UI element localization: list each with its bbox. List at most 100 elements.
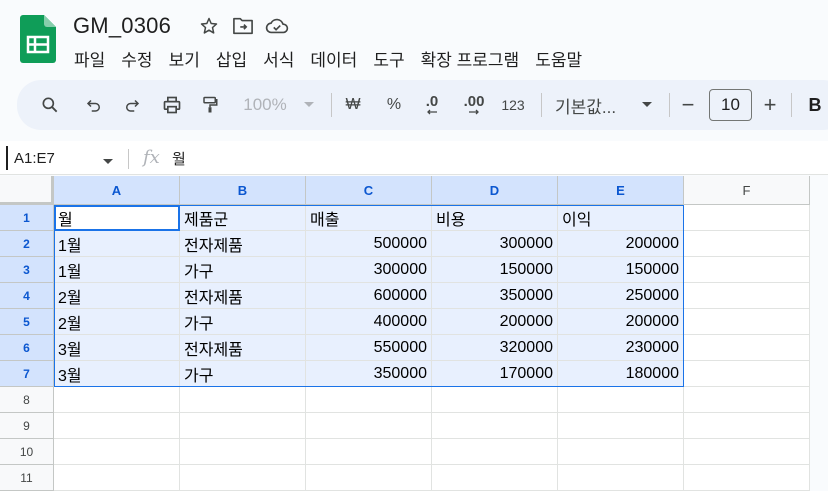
cell-c4[interactable]: 600000 — [306, 283, 432, 309]
number-format-button[interactable]: 123 — [497, 80, 529, 130]
cell-f6[interactable] — [684, 335, 810, 361]
column-header-d[interactable]: D — [432, 176, 558, 205]
paint-format-icon[interactable] — [195, 80, 225, 130]
cell-c10[interactable] — [306, 439, 432, 465]
cell-b6[interactable]: 전자제품 — [180, 335, 306, 361]
menu-data[interactable]: 데이터 — [302, 44, 365, 70]
cell-e5[interactable]: 200000 — [558, 309, 684, 335]
row-header-1[interactable]: 1 — [0, 205, 54, 231]
cell-f7[interactable] — [684, 361, 810, 387]
cell-b2[interactable]: 전자제품 — [180, 231, 306, 257]
cell-c11[interactable] — [306, 465, 432, 491]
cell-d5[interactable]: 200000 — [432, 309, 558, 335]
cell-d6[interactable]: 320000 — [432, 335, 558, 361]
menu-help[interactable]: 도움말 — [527, 44, 590, 70]
cell-c6[interactable]: 550000 — [306, 335, 432, 361]
cell-d8[interactable] — [432, 387, 558, 413]
menu-file[interactable]: 파일 — [66, 44, 113, 70]
cell-b7[interactable]: 가구 — [180, 361, 306, 387]
decrease-decimal-button[interactable]: .0 — [417, 80, 447, 130]
cell-c7[interactable]: 350000 — [306, 361, 432, 387]
star-icon[interactable] — [196, 13, 222, 39]
percent-format-button[interactable]: % — [379, 80, 409, 130]
cell-d7[interactable]: 170000 — [432, 361, 558, 387]
row-header-4[interactable]: 4 — [0, 283, 54, 309]
font-select[interactable]: 기본값... — [555, 80, 633, 130]
row-header-3[interactable]: 3 — [0, 257, 54, 283]
cell-a1[interactable]: 월 — [54, 205, 180, 231]
cell-a9[interactable] — [54, 413, 180, 439]
currency-format-button[interactable]: ₩ — [337, 80, 369, 130]
cell-f9[interactable] — [684, 413, 810, 439]
cell-a7[interactable]: 3월 — [54, 361, 180, 387]
menu-insert[interactable]: 삽입 — [208, 44, 255, 70]
cell-f8[interactable] — [684, 387, 810, 413]
cell-a3[interactable]: 1월 — [54, 257, 180, 283]
row-header-2[interactable]: 2 — [0, 231, 54, 257]
cell-e4[interactable]: 250000 — [558, 283, 684, 309]
cell-d10[interactable] — [432, 439, 558, 465]
cell-a5[interactable]: 2월 — [54, 309, 180, 335]
zoom-select[interactable]: 100% — [235, 80, 295, 130]
cell-e11[interactable] — [558, 465, 684, 491]
cell-a8[interactable] — [54, 387, 180, 413]
cell-b3[interactable]: 가구 — [180, 257, 306, 283]
cell-d9[interactable] — [432, 413, 558, 439]
cloud-saved-icon[interactable] — [264, 13, 290, 39]
menu-extensions[interactable]: 확장 프로그램 — [413, 44, 528, 70]
cell-c1[interactable]: 매출 — [306, 205, 432, 231]
cell-e7[interactable]: 180000 — [558, 361, 684, 387]
cell-e1[interactable]: 이익 — [558, 205, 684, 231]
sheets-logo-icon[interactable] — [20, 15, 56, 63]
font-dropdown-icon[interactable] — [637, 80, 657, 130]
row-header-5[interactable]: 5 — [0, 309, 54, 335]
row-header-7[interactable]: 7 — [0, 361, 54, 387]
menu-format[interactable]: 서식 — [255, 44, 302, 70]
redo-icon[interactable] — [117, 80, 147, 130]
column-header-e[interactable]: E — [558, 176, 684, 205]
name-box-dropdown-icon[interactable] — [102, 153, 114, 171]
increase-decimal-button[interactable]: .00 — [457, 80, 491, 130]
row-header-6[interactable]: 6 — [0, 335, 54, 361]
cell-a6[interactable]: 3월 — [54, 335, 180, 361]
cell-e9[interactable] — [558, 413, 684, 439]
cell-e8[interactable] — [558, 387, 684, 413]
cell-d3[interactable]: 150000 — [432, 257, 558, 283]
row-header-11[interactable]: 11 — [0, 465, 54, 491]
cell-b9[interactable] — [180, 413, 306, 439]
undo-icon[interactable] — [79, 80, 109, 130]
cell-c9[interactable] — [306, 413, 432, 439]
cell-c8[interactable] — [306, 387, 432, 413]
zoom-dropdown-icon[interactable] — [299, 80, 319, 130]
bold-button[interactable]: B — [801, 80, 828, 130]
cell-b11[interactable] — [180, 465, 306, 491]
cell-d2[interactable]: 300000 — [432, 231, 558, 257]
row-header-8[interactable]: 8 — [0, 387, 54, 413]
cell-b10[interactable] — [180, 439, 306, 465]
cell-f3[interactable] — [684, 257, 810, 283]
cell-a4[interactable]: 2월 — [54, 283, 180, 309]
column-header-f[interactable]: F — [684, 176, 810, 205]
cell-b8[interactable] — [180, 387, 306, 413]
document-title[interactable]: GM_0306 — [73, 13, 171, 39]
menu-view[interactable]: 보기 — [161, 44, 208, 70]
cell-e3[interactable]: 150000 — [558, 257, 684, 283]
cell-f4[interactable] — [684, 283, 810, 309]
cell-b1[interactable]: 제품군 — [180, 205, 306, 231]
column-header-a[interactable]: A — [54, 176, 180, 205]
cell-b4[interactable]: 전자제품 — [180, 283, 306, 309]
cell-d1[interactable]: 비용 — [432, 205, 558, 231]
cell-f11[interactable] — [684, 465, 810, 491]
select-all-corner[interactable] — [0, 176, 54, 205]
cell-f1[interactable] — [684, 205, 810, 231]
search-icon[interactable] — [35, 80, 65, 130]
print-icon[interactable] — [157, 80, 187, 130]
cell-a11[interactable] — [54, 465, 180, 491]
menu-tools[interactable]: 도구 — [365, 44, 412, 70]
column-header-b[interactable]: B — [180, 176, 306, 205]
font-size-input[interactable]: 10 — [709, 89, 752, 121]
cell-e6[interactable]: 230000 — [558, 335, 684, 361]
cell-a10[interactable] — [54, 439, 180, 465]
cell-c5[interactable]: 400000 — [306, 309, 432, 335]
menu-edit[interactable]: 수정 — [113, 44, 160, 70]
